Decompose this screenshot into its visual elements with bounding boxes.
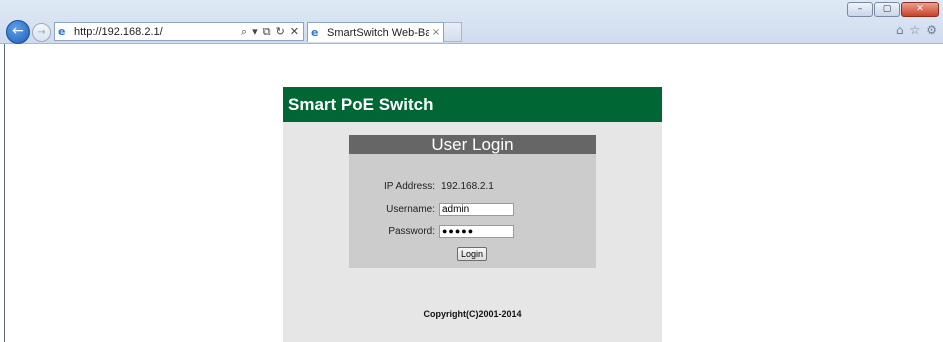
password-input[interactable]: ●●●●● xyxy=(439,225,514,238)
gear-icon[interactable]: ⚙ xyxy=(926,23,937,37)
switch-login-panel: Smart PoE Switch User Login IP Address: … xyxy=(283,87,662,342)
home-icon[interactable]: ⌂ xyxy=(896,23,904,37)
login-button[interactable]: Login xyxy=(457,247,487,261)
ip-address-value: 192.168.2.1 xyxy=(441,181,494,192)
address-tools: ⌕ ▾ ⧉ ↻ ✕ xyxy=(241,25,303,39)
copyright-text: Copyright(C)2001-2014 xyxy=(423,309,522,319)
password-label: Password: xyxy=(388,226,435,237)
back-button[interactable]: ← xyxy=(6,20,30,44)
viewport-left-border xyxy=(4,44,5,342)
star-icon[interactable]: ☆ xyxy=(909,23,920,37)
address-bar[interactable]: e http://192.168.2.1/ ⌕ ▾ ⧉ ↻ ✕ xyxy=(54,22,304,41)
search-icon[interactable]: ⌕ xyxy=(241,25,247,39)
refresh-icon[interactable]: ↻ xyxy=(276,25,285,39)
minimize-button[interactable]: – xyxy=(847,2,873,17)
tab-page-icon: e xyxy=(311,25,319,39)
tab-title: SmartSwitch Web-Base ... xyxy=(327,26,429,39)
browser-right-tools: ⌂ ☆ ⚙ xyxy=(896,23,937,37)
compatibility-icon[interactable]: ⧉ xyxy=(263,25,271,39)
search-dropdown-icon[interactable]: ▾ xyxy=(252,25,258,39)
new-tab-button[interactable] xyxy=(444,22,462,42)
stop-icon[interactable]: ✕ xyxy=(290,25,299,39)
login-box: User Login IP Address: 192.168.2.1 Usern… xyxy=(349,135,596,268)
maximize-button[interactable]: ▢ xyxy=(874,2,900,17)
back-icon: ← xyxy=(12,23,24,39)
browser-chrome: – ▢ ✕ ← → e http://192.168.2.1/ ⌕ ▾ ⧉ ↻ … xyxy=(0,0,943,44)
username-input[interactable]: admin xyxy=(439,203,514,216)
forward-button[interactable]: → xyxy=(32,23,51,42)
app-title: Smart PoE Switch xyxy=(283,87,662,122)
close-window-button[interactable]: ✕ xyxy=(901,2,939,17)
ip-address-label: IP Address: xyxy=(384,181,435,192)
ie-page-icon: e xyxy=(58,24,66,38)
window-controls: – ▢ ✕ xyxy=(847,2,939,17)
forward-icon: → xyxy=(37,27,46,38)
username-label: Username: xyxy=(386,204,435,215)
tab-close-icon[interactable]: × xyxy=(429,27,443,38)
login-title: User Login xyxy=(349,135,596,154)
address-url[interactable]: http://192.168.2.1/ xyxy=(74,26,241,38)
browser-tab[interactable]: e SmartSwitch Web-Base ... × xyxy=(307,22,444,42)
